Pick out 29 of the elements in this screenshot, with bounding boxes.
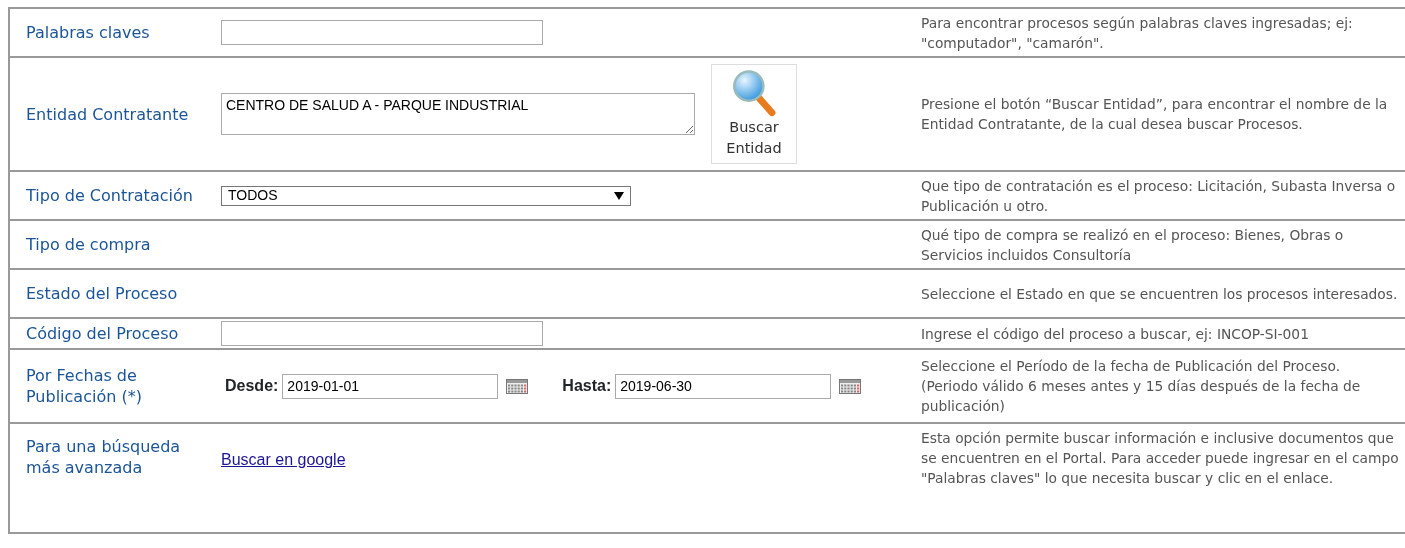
date-field[interactable]: 2019-06-30 <box>615 373 832 399</box>
date-label: Desde: <box>225 376 279 396</box>
field-label: Tipo de compra <box>26 235 151 254</box>
date-label: Hasta: <box>562 376 612 396</box>
field-description: Seleccione el Período de la fecha de Publicación del Proceso. (Periodo válido 6 meses antes y 15 días después de la fecha de publicación) <box>921 358 1361 414</box>
field-label: Por Fechas de Publicación (*) <box>26 366 142 406</box>
field-label: Estado del Proceso <box>26 284 178 303</box>
field-description: Esta opción permite buscar información e inclusive documentos que se encuentren en el Portal. Para acceder puede ingresar en el campo "Palabras claves" lo que necesita buscar y clic en el enlace. <box>921 430 1399 486</box>
field-description: Que tipo de contratación es el proceso: Licitación, Subasta Inversa o Publicación u otro. <box>921 177 1396 214</box>
entity-field[interactable]: CENTRO DE SALUD A - PARQUE INDUSTRIAL <box>221 93 695 135</box>
field-description: Presione el botón “Buscar Entidad”, para encontrar el nombre de la Entidad Contratante, de la cual desea buscar Procesos. <box>921 96 1388 132</box>
field-description: Para encontrar procesos según palabras claves ingresadas; ej: "computador", "camarón". <box>921 14 1353 51</box>
field-label: Palabras claves <box>26 23 150 42</box>
field-description: Qué tipo de compra se realizó en el proceso: Bienes, Obras o Servicios incluidos Consultoría <box>921 226 1344 263</box>
select-dropdown[interactable]: TODOS <box>221 185 631 206</box>
text-field[interactable] <box>221 20 543 45</box>
field-label: Para una búsqueda más avanzada <box>26 436 182 478</box>
field-description: Seleccione el Estado en que se encuentren los procesos interesados. <box>921 285 1398 302</box>
dropdown-arrow-icon <box>614 191 624 200</box>
search-entity-button[interactable]: Buscar Entidad <box>711 64 797 164</box>
date-field[interactable]: 2019-01-01 <box>282 373 499 399</box>
field-label: Tipo de Contratación <box>26 186 193 205</box>
field-description: Ingrese el código del proceso a buscar, ej: INCOP-SI-001 <box>921 325 1309 342</box>
field-label: Entidad Contratante <box>26 104 189 124</box>
calendar-icon[interactable] <box>839 378 862 394</box>
text-field[interactable] <box>221 321 543 346</box>
calendar-icon[interactable] <box>506 378 529 394</box>
field-label: Código del Proceso <box>26 324 179 343</box>
google-search-link[interactable]: Buscar en google <box>221 448 346 472</box>
